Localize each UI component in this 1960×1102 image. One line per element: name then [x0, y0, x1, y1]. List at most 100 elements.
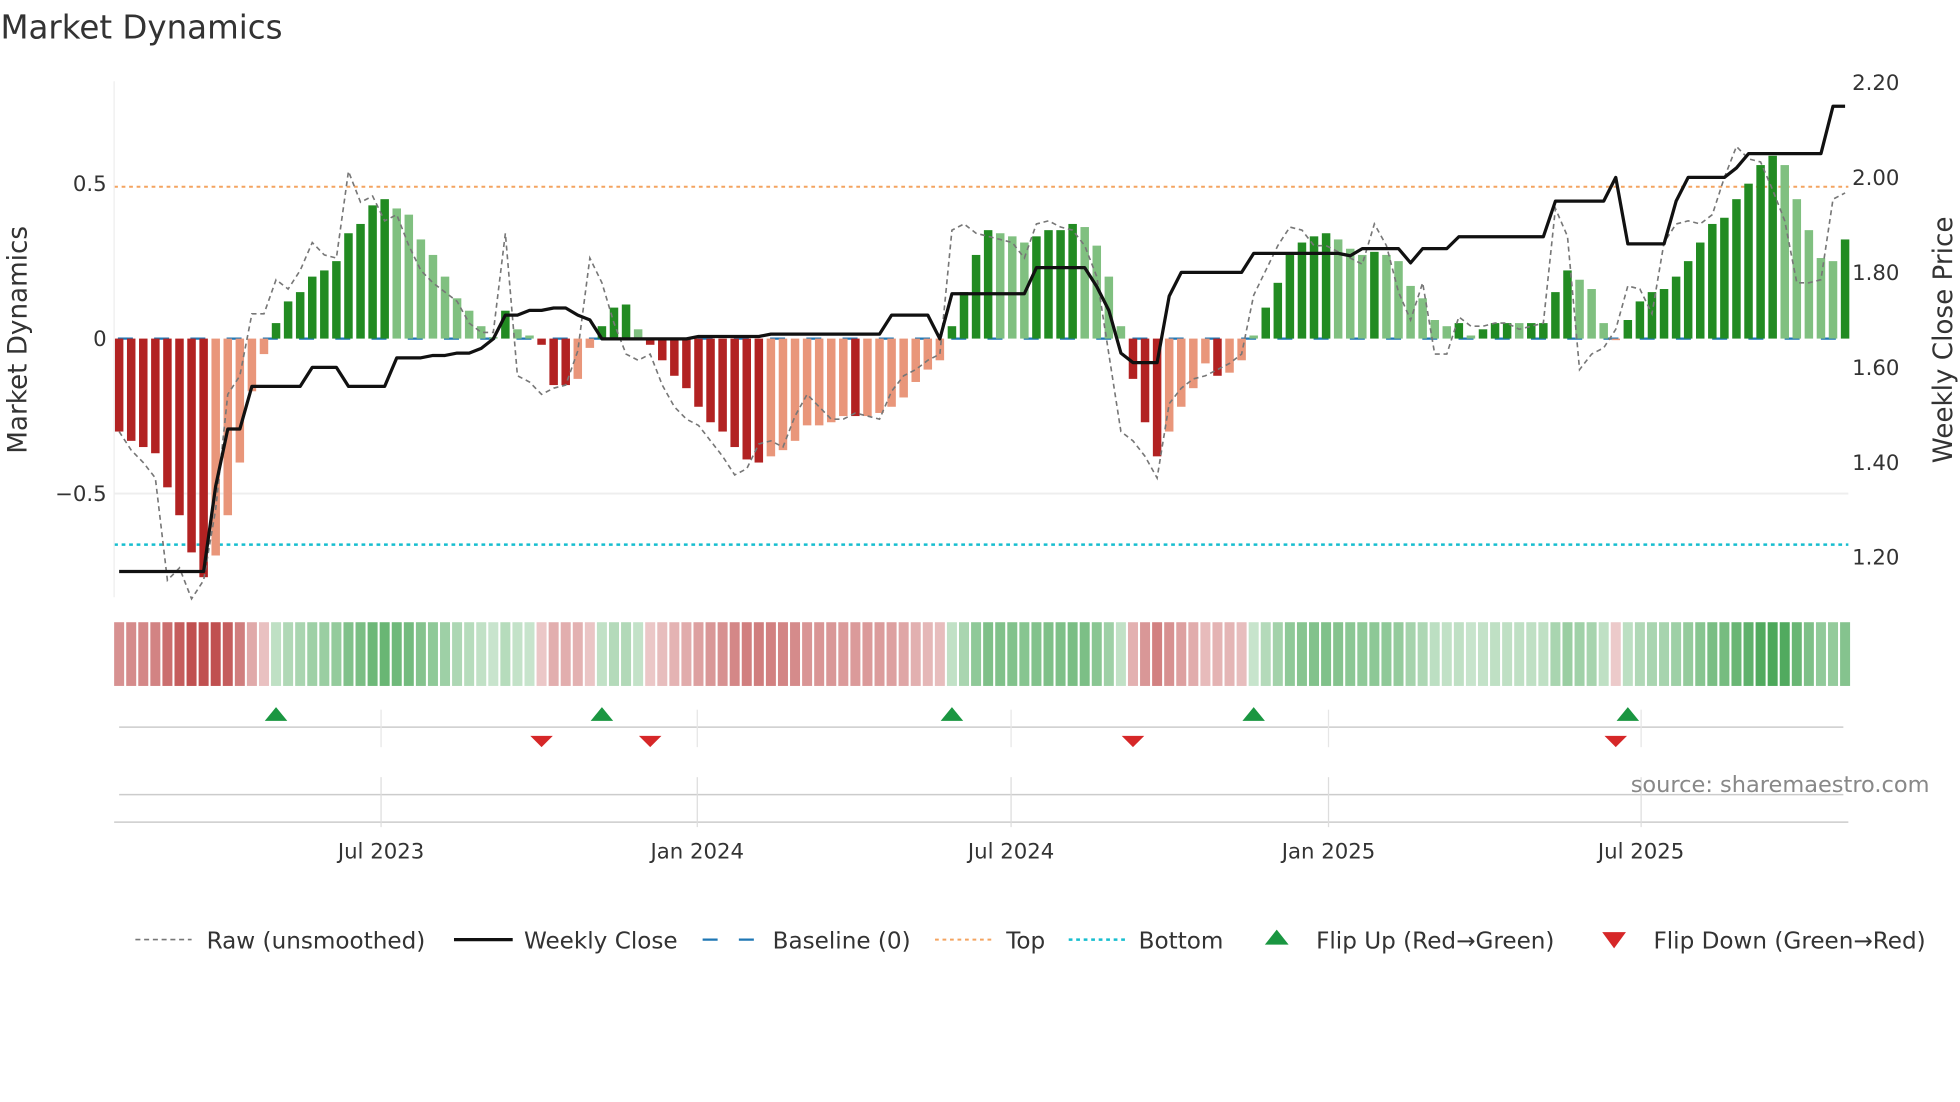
strip-cell: [1477, 622, 1488, 686]
legend-label-baseline: Baseline (0): [773, 928, 911, 954]
bar: [875, 338, 884, 413]
strip-cell: [886, 622, 897, 686]
bar: [670, 338, 679, 376]
bar: [1466, 335, 1476, 339]
strip-cell: [1731, 622, 1742, 686]
strip-cell: [560, 622, 571, 686]
strip-cell: [295, 622, 306, 686]
x-tick-label: Jul 2024: [966, 839, 1054, 864]
strip-cell: [608, 622, 619, 686]
strip-cell: [1610, 622, 1621, 686]
strip-cell: [802, 622, 813, 686]
strip-cell: [959, 622, 970, 686]
bar: [1804, 230, 1814, 339]
strip-cell: [283, 622, 294, 686]
market-dynamics-chart: Market Dynamics 0.5 0 −0.5 1.20 1.40 1.60 1.80…: [0, 9, 1959, 955]
x-tick-label: Jan 2025: [1280, 839, 1376, 864]
bar: [706, 338, 715, 423]
strip-cell: [1828, 622, 1839, 686]
strip-cell: [403, 622, 414, 686]
bar: [187, 338, 196, 553]
strip-cell: [1815, 622, 1826, 686]
bar: [368, 205, 377, 339]
strip-cell: [1381, 622, 1392, 686]
legend-label-close: Weekly Close: [524, 928, 678, 954]
strip-cell: [572, 622, 583, 686]
strip-cell: [1043, 622, 1054, 686]
strip-cell: [971, 622, 982, 686]
strip-cell: [1526, 622, 1537, 686]
strip-cell: [1574, 622, 1585, 686]
strip-cell: [1683, 622, 1694, 686]
strip-cell: [1007, 622, 1018, 686]
bar: [1563, 270, 1572, 339]
flip-down-marker: [530, 735, 553, 748]
bar: [742, 338, 752, 460]
strip-cell: [621, 622, 632, 686]
bar: [983, 230, 993, 339]
strip-cell: [850, 622, 861, 686]
bar: [1213, 338, 1222, 376]
y-tick-label: −0.5: [55, 482, 107, 507]
bar: [863, 338, 872, 417]
source-label: source: sharemaestro.com: [1631, 772, 1930, 798]
bar: [1478, 329, 1488, 339]
bar: [766, 338, 776, 457]
bar: [718, 338, 727, 432]
bar: [971, 254, 981, 339]
bar: [1273, 282, 1283, 339]
strip-cell: [1707, 622, 1718, 686]
bar: [694, 338, 703, 407]
bar: [1454, 323, 1464, 339]
strip-cell: [379, 622, 390, 686]
y2-tick-label: 2.00: [1852, 166, 1899, 191]
strip-cell: [995, 622, 1006, 686]
strip-cell: [1598, 622, 1609, 686]
strip-cell: [1140, 622, 1151, 686]
strip-cell: [391, 622, 402, 686]
strip-cell: [138, 622, 149, 686]
bar: [1659, 289, 1669, 339]
strip-cell: [488, 622, 499, 686]
bar: [959, 292, 969, 339]
strip-cell: [645, 622, 656, 686]
strip-cell: [1743, 622, 1754, 686]
strip-cell: [114, 622, 125, 686]
strip-cell: [319, 622, 330, 686]
strip-cell: [657, 622, 668, 686]
bar: [778, 338, 788, 451]
legend-label-bottom: Bottom: [1139, 928, 1224, 954]
strip-cell: [729, 622, 740, 686]
strip-cell: [1840, 622, 1851, 686]
bar: [1008, 236, 1017, 339]
flip-markers: [119, 707, 1844, 748]
strip-cell: [1333, 622, 1344, 686]
strip-cell: [705, 622, 716, 686]
strip-cell: [464, 622, 475, 686]
bar: [139, 338, 148, 448]
bar: [163, 338, 172, 488]
strip-cell: [331, 622, 342, 686]
bar: [1261, 307, 1270, 339]
legend-label-flip-up: Flip Up (Red→Green): [1316, 928, 1554, 954]
bar: [1394, 261, 1403, 339]
strip-cell: [1671, 622, 1682, 686]
regime-strip: [114, 622, 1851, 686]
bar: [1201, 338, 1210, 364]
bar: [633, 329, 643, 339]
y2-tick-label: 1.20: [1852, 546, 1899, 571]
bar: [440, 276, 450, 339]
bar: [549, 338, 558, 386]
bar: [308, 276, 317, 339]
strip-cell: [814, 622, 825, 686]
bar: [283, 301, 293, 339]
flip-up-marker: [1242, 707, 1265, 721]
bar: [923, 338, 933, 370]
bar: [1828, 261, 1838, 339]
x-tick-label: Jul 2025: [1596, 839, 1684, 864]
strip-cell: [427, 622, 438, 686]
strip-cell: [862, 622, 873, 686]
strip-cell: [1079, 622, 1090, 686]
bar: [1539, 323, 1548, 339]
strip-cell: [693, 622, 704, 686]
